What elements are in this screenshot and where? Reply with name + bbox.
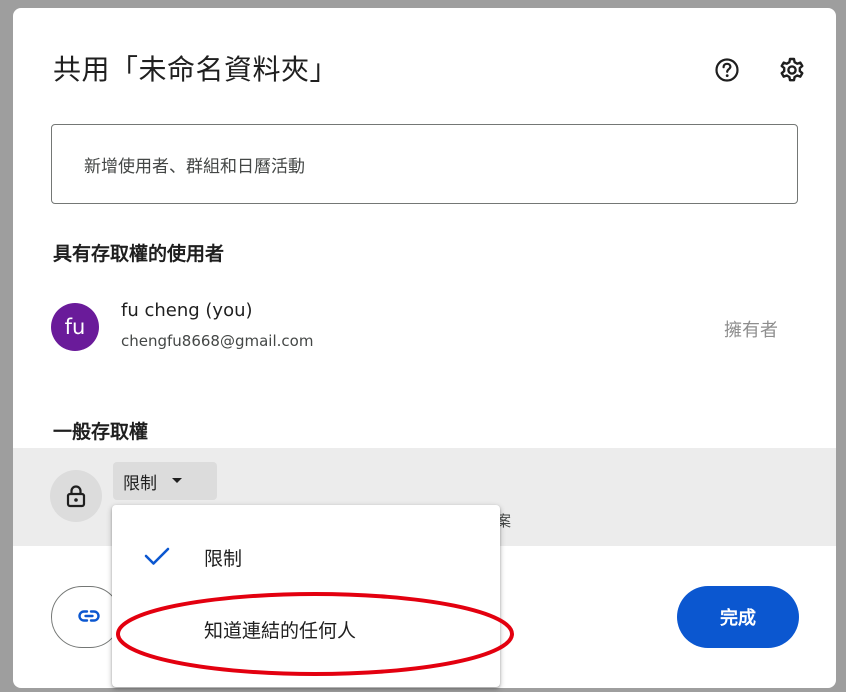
general-access-heading: 一般存取權 [53, 421, 149, 443]
add-people-input[interactable]: 新增使用者、群組和日曆活動 [51, 124, 798, 204]
done-button[interactable]: 完成 [677, 586, 799, 648]
check-icon [144, 546, 170, 570]
link-icon [78, 608, 100, 627]
help-icon[interactable] [713, 56, 741, 84]
user-role: 擁有者 [724, 320, 778, 341]
add-people-placeholder: 新增使用者、群組和日曆活動 [84, 156, 305, 177]
red-highlight-ellipse [116, 592, 514, 676]
access-level-value: 限制 [123, 473, 157, 494]
caret-down-icon [171, 477, 183, 485]
menu-option-restricted[interactable]: 限制 [112, 529, 500, 585]
people-with-access-heading: 具有存取權的使用者 [53, 243, 225, 265]
dialog-title: 共用「未命名資料夾」 [53, 53, 339, 86]
user-name: fu cheng (you) [121, 300, 253, 321]
settings-gear-icon[interactable] [778, 56, 806, 84]
lock-icon [50, 470, 102, 522]
copy-link-button[interactable] [51, 586, 121, 648]
menu-option-label: 限制 [204, 547, 243, 570]
avatar: fu [51, 303, 99, 351]
user-email: chengfu8668@gmail.com [121, 332, 314, 350]
access-level-dropdown[interactable]: 限制 [113, 462, 217, 500]
